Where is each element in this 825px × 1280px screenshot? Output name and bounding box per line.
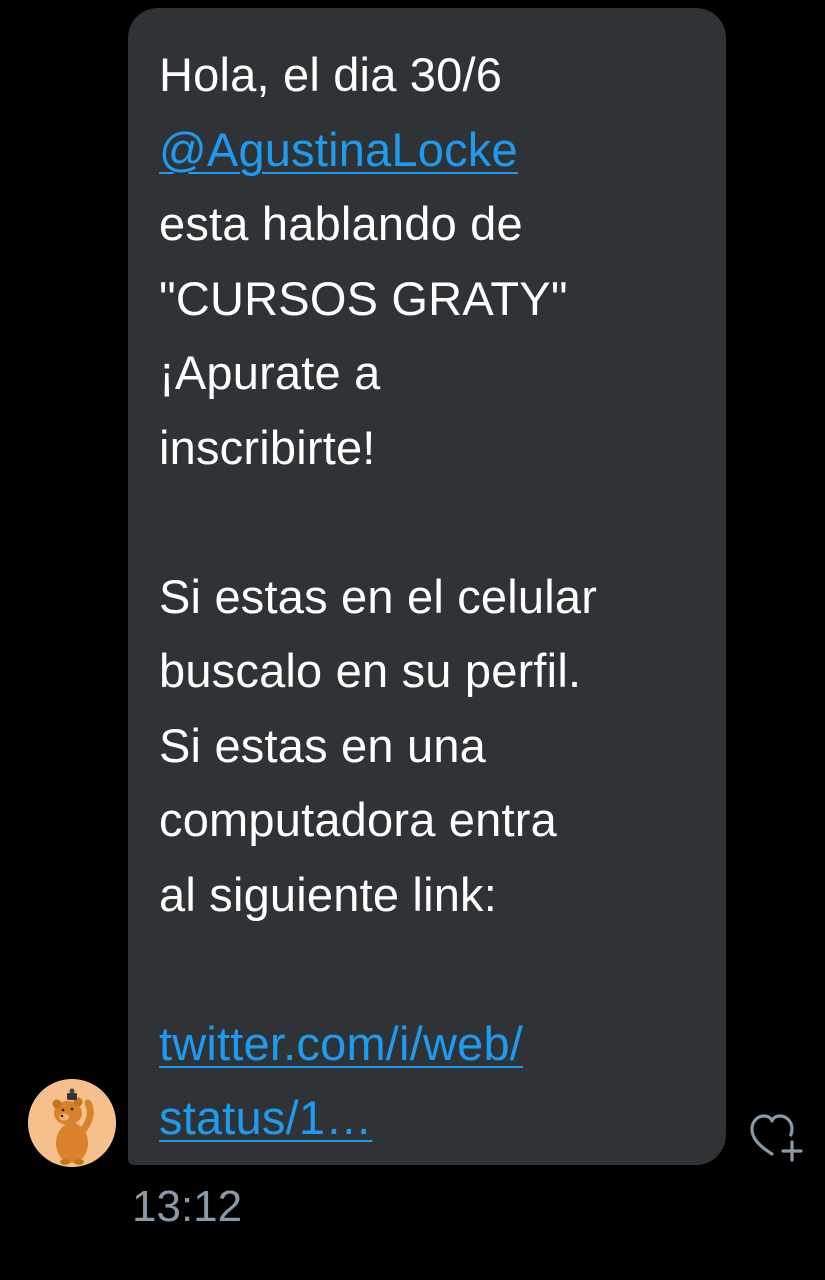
message-line: al siguiente link:: [159, 867, 498, 921]
message-line-url: status/1…: [159, 1081, 696, 1156]
heart-plus-icon: [750, 1114, 803, 1162]
message-timestamp: 13:12: [132, 1182, 243, 1231]
bear-avatar-icon: [28, 1079, 116, 1167]
sender-avatar[interactable]: [28, 1079, 116, 1167]
like-message-button[interactable]: [748, 1110, 806, 1164]
message-line-url: twitter.com/i/web/: [159, 1007, 696, 1082]
message-line: computadora entra: [159, 793, 557, 846]
message-line: Si estas en el celular: [159, 569, 598, 623]
message-line: buscalo en su perfil.: [159, 644, 582, 697]
url-link-part-2[interactable]: status/1…: [159, 1091, 372, 1144]
message-line: "CURSOS GRATY": [159, 271, 568, 325]
message-line: Si estas en una: [159, 718, 486, 772]
message-bubble[interactable]: Hola, el dia 30/6 @AgustinaLocke esta ha…: [128, 8, 726, 1165]
message-line: ¡Apurate a: [159, 346, 381, 399]
mention-link[interactable]: @AgustinaLocke: [159, 123, 518, 176]
message-line: esta hablando de: [159, 197, 523, 250]
message-text: Hola, el dia 30/6 @AgustinaLocke esta ha…: [159, 38, 696, 1156]
message-line: inscribirte!: [159, 420, 376, 474]
url-link-part-1[interactable]: twitter.com/i/web/: [159, 1017, 523, 1070]
message-line: Hola, el dia 30/6: [159, 48, 503, 101]
message-line-mention: @AgustinaLocke: [159, 113, 696, 188]
